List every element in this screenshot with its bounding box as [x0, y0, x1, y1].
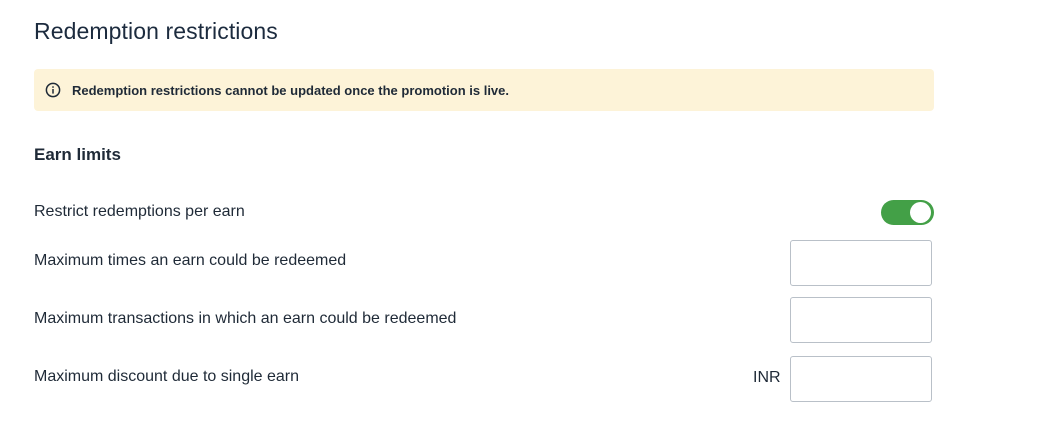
max-transactions-label: Maximum transactions in which an earn co…	[34, 310, 457, 327]
page-title: Redemption restrictions	[34, 18, 278, 44]
max-discount-input[interactable]	[790, 356, 932, 402]
currency-label: INR	[753, 369, 781, 386]
max-times-input[interactable]	[790, 240, 932, 286]
toggle-knob	[910, 202, 931, 223]
restrict-redemptions-toggle[interactable]	[881, 200, 934, 225]
max-discount-label: Maximum discount due to single earn	[34, 368, 300, 385]
info-icon	[45, 82, 61, 98]
info-alert: Redemption restrictions cannot be update…	[34, 69, 934, 111]
max-times-label: Maximum times an earn could be redeemed	[34, 252, 347, 269]
restrict-redemptions-label: Restrict redemptions per earn	[34, 203, 245, 220]
max-transactions-input[interactable]	[790, 297, 932, 343]
earn-limits-heading: Earn limits	[34, 145, 121, 164]
alert-message: Redemption restrictions cannot be update…	[72, 82, 509, 98]
redemption-restrictions-panel: Redemption restrictions Redemption restr…	[0, 0, 1049, 424]
